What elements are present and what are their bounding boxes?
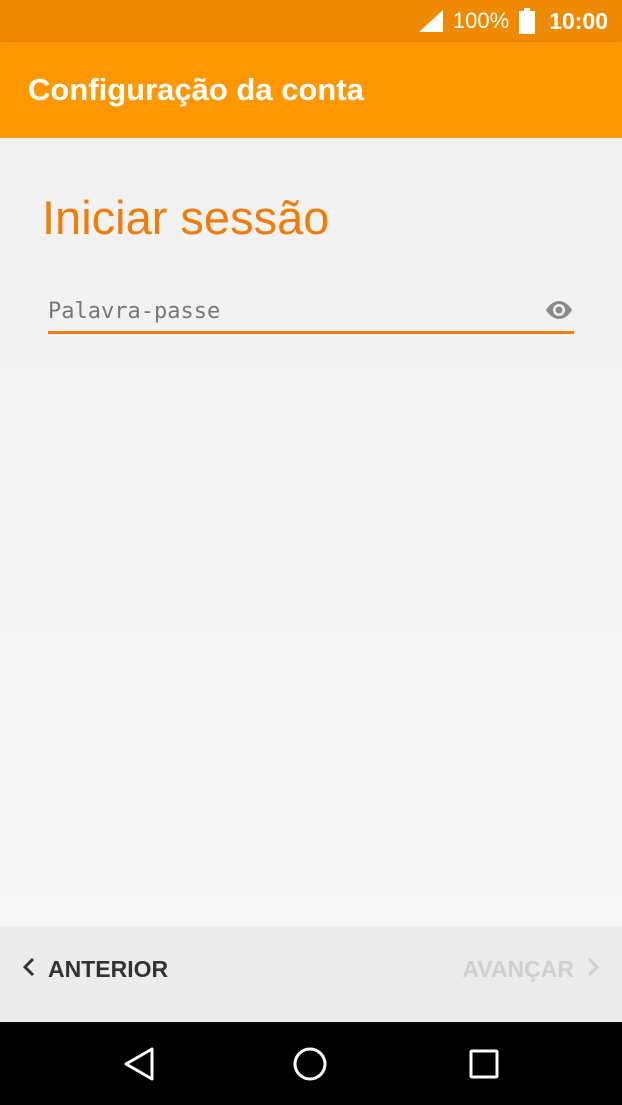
recents-square-icon[interactable] xyxy=(467,1046,501,1087)
page-heading: Iniciar sessão xyxy=(42,191,330,244)
chevron-left-icon xyxy=(22,957,36,982)
next-button[interactable]: AVANÇAR xyxy=(462,956,600,983)
status-bar: 100% 10:00 xyxy=(0,0,622,42)
password-input[interactable] xyxy=(48,294,528,328)
battery-percent: 100% xyxy=(452,8,510,33)
signal-icon xyxy=(418,10,443,32)
show-password-eye-icon[interactable] xyxy=(544,300,574,325)
back-button-label: ANTERIOR xyxy=(48,956,169,982)
back-triangle-icon[interactable] xyxy=(122,1046,156,1087)
battery-icon xyxy=(519,8,536,34)
app-bar: Configuração da conta xyxy=(0,42,622,138)
content-area: Iniciar sessão xyxy=(0,138,622,926)
chevron-right-icon xyxy=(586,957,600,982)
bottom-action-bar: ANTERIOR AVANÇAR xyxy=(0,926,622,1022)
app-bar-title: Configuração da conta xyxy=(28,72,364,107)
home-circle-icon[interactable] xyxy=(292,1046,328,1087)
back-button[interactable]: ANTERIOR xyxy=(22,956,168,983)
next-button-label: AVANÇAR xyxy=(462,956,574,982)
clock: 10:00 xyxy=(549,7,608,34)
navigation-bar xyxy=(0,1022,622,1105)
password-field[interactable] xyxy=(48,288,574,334)
